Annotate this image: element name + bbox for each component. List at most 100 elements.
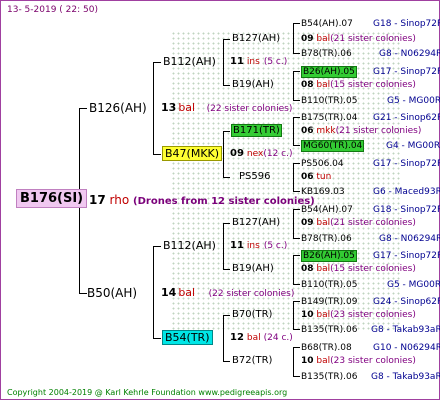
gen3-breed: bal [316,264,331,274]
gen1-note: (22 sister colonies) [208,289,295,299]
gen3-queen[interactable]: B19(AH) [232,79,274,91]
connector [153,62,154,155]
connector [293,53,300,54]
connector [153,246,161,247]
footer-copyright: Copyright 2004-2019 @ Karl Kehrle Founda… [7,388,288,397]
gen1-breed: bal [178,286,196,299]
gen4-queen[interactable]: B26(AH).05 [301,66,357,78]
connector [293,23,300,24]
gen4-queen[interactable]: B54(AH).07 [301,18,353,30]
date-stamp: 13- 5-2019 ( 22: 50) [7,5,98,15]
connector [79,293,87,294]
gen2-queen[interactable]: B112(AH) [163,56,216,68]
gen4-queen-name: B26(AH).05 [301,66,357,78]
gen2-note: (5 c.) [263,57,288,67]
gen4-queen[interactable]: B110(TR).05 [301,279,357,291]
gen4-colony-code: G24 - Sinop62R [373,297,440,307]
connector [293,145,300,146]
gen3-queen[interactable]: B19(AH) [232,263,274,275]
gen4-queen[interactable]: B78(TR).06 [301,48,352,60]
connector [293,100,300,101]
gen2-queen[interactable]: B54(TR) [162,330,213,345]
gen1-queen[interactable]: B50(AH) [87,287,137,299]
gen3-drone-info: 06 mkk(21 sister colonies) [301,125,421,137]
gen4-queen[interactable]: B68(TR).08 [301,342,352,354]
connector [153,154,161,155]
gen4-queen[interactable]: PS506.04 [301,158,344,170]
gen4-queen[interactable]: B135(TR).06 [301,371,357,383]
gen4-colony-code: G4 - MG00R [386,141,440,151]
connector [293,376,300,377]
connector [223,269,230,270]
gen2-breed: nex [246,149,264,159]
gen4-colony-code: G18 - Sinop72R [373,19,440,29]
gen3-queen[interactable]: PS596 [239,171,270,183]
gen4-queen[interactable]: B54(AH).07 [301,204,353,216]
gen3-note: (15 sister colonies) [330,80,416,90]
gen4-queen-name: MG60(TR).04 [301,140,365,152]
gen4-colony-code: G17 - Sinop72R [373,159,440,169]
gen4-queen-name: B26(AH).05 [301,250,357,262]
gen3-num: 09 [301,34,314,44]
gen4-colony-code: G8 - N06294R [379,49,440,59]
gen4-queen[interactable]: B110(TR).05 [301,95,357,107]
connector [293,71,300,72]
gen3-drone-info: 09 bal(21 sister colonies) [301,217,416,229]
gen4-queen[interactable]: B175(TR).04 [301,112,357,124]
connector [293,209,294,239]
gen4-queen[interactable]: B149(TR).09 [301,296,357,308]
gen2-breed: ins [246,241,260,251]
connector [223,223,230,224]
gen1-queen[interactable]: B126(AH) [89,102,147,114]
connector [293,117,300,118]
gen3-breed: bal [316,80,331,90]
connector [223,315,224,362]
connector [293,329,300,330]
gen2-queen[interactable]: B47(MKK) [162,146,223,161]
root-breed: rho [109,193,130,207]
gen2-breed: ins [246,57,260,67]
gen3-num: 09 [301,218,314,228]
gen4-queen[interactable]: MG60(TR).04 [301,140,365,152]
connector [293,284,300,285]
gen3-note: (23 sister colonies) [330,356,416,366]
connector [223,131,230,132]
gen3-queen[interactable]: B72(TR) [232,355,272,367]
gen3-drone-info: 10 bal(23 sister colonies) [301,309,416,321]
connector [293,163,294,192]
connector [293,117,294,146]
root-queen[interactable]: B176(SI) [16,189,88,208]
gen3-breed: bal [316,356,331,366]
gen3-note: (23 sister colonies) [330,310,416,320]
gen3-breed: mkk [316,126,336,136]
gen4-queen[interactable]: KB169.03 [301,186,345,198]
gen3-drone-info: 08 bal(15 sister colonies) [301,263,416,275]
gen4-colony-code: G8 - Takab93aR [371,372,440,382]
gen3-breed: bal [316,218,331,228]
connector [293,301,294,330]
connector [223,361,230,362]
connector [223,223,224,270]
connector [153,338,161,339]
gen4-queen[interactable]: B135(TR).06 [301,324,357,336]
gen2-breed: bal [246,333,261,343]
gen3-drone-info: 10 bal(23 sister colonies) [301,355,416,367]
root-note: (Drones from 12 sister colonies) [133,196,315,207]
gen3-breed: bal [316,34,331,44]
gen2-queen[interactable]: B112(AH) [163,240,216,252]
gen2-queen-name: B47(MKK) [162,146,223,161]
connector [293,238,300,239]
gen3-queen-name: B171(TR) [231,124,282,137]
gen4-queen[interactable]: B26(AH).05 [301,250,357,262]
gen3-note: (21 sister colonies) [335,126,422,136]
gen3-queen[interactable]: B171(TR) [231,124,282,137]
gen3-drone-info: 06 tun [301,171,331,183]
gen3-queen[interactable]: B127(AH) [232,33,280,45]
root-drone-info: 17 rho (Drones from 12 sister colonies) [89,194,315,208]
gen3-num: 08 [301,80,314,90]
gen3-queen[interactable]: B127(AH) [232,217,280,229]
connector [223,39,224,86]
gen2-note: (5 c.) [263,241,288,251]
gen3-queen[interactable]: B70(TR) [232,309,272,321]
gen4-queen[interactable]: B78(TR).06 [301,233,352,245]
